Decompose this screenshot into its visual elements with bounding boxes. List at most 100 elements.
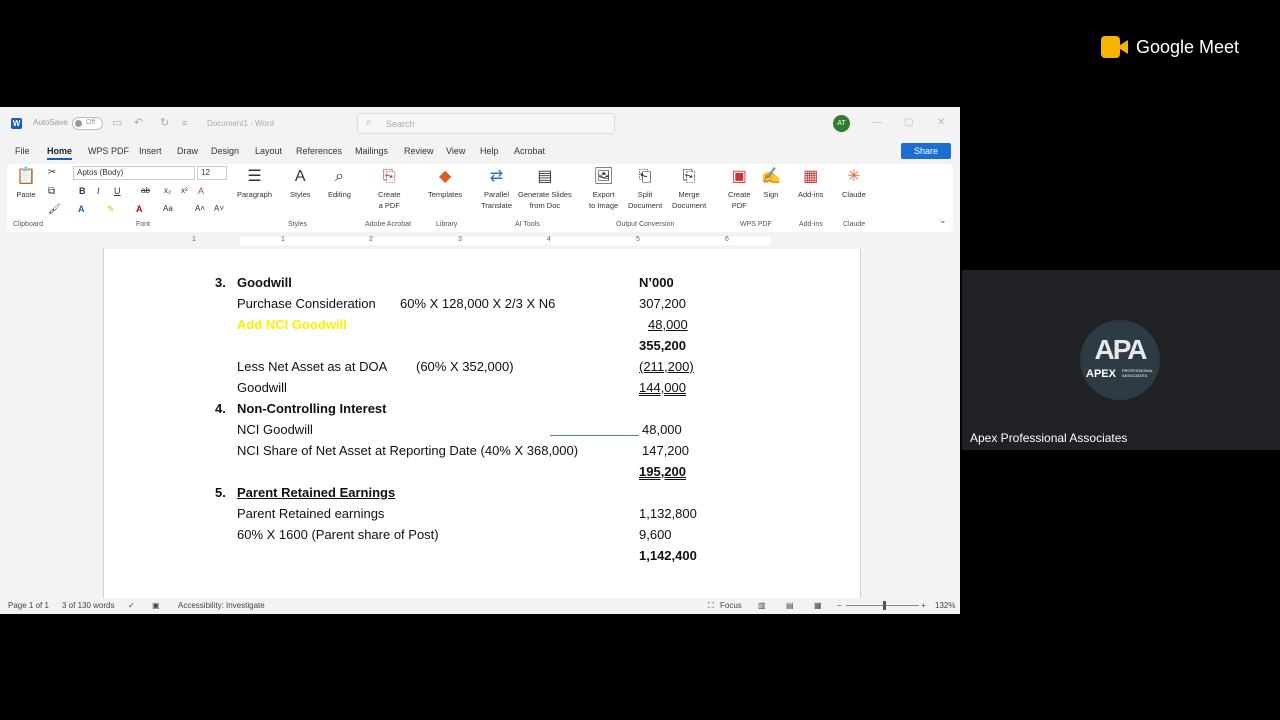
minimize-icon[interactable]: —	[872, 117, 882, 128]
share-button[interactable]: Share	[901, 143, 951, 159]
tab-view[interactable]: View	[446, 146, 465, 156]
strikethrough-icon[interactable]: ab	[141, 186, 150, 195]
accessibility-status[interactable]: Accessibility: Investigate	[178, 601, 265, 610]
close-icon[interactable]: ✕	[937, 117, 945, 128]
google-meet-logo-icon	[1101, 36, 1129, 58]
search-box[interactable]: ⌕ Search	[357, 113, 615, 134]
focus-icon[interactable]: ⛶	[708, 601, 714, 611]
menu-bar: File Home WPS PDF Insert Draw Design Lay…	[0, 143, 960, 163]
save-icon[interactable]: ▭	[112, 116, 122, 129]
word-count[interactable]: 3 of 130 words	[62, 601, 114, 610]
tab-references[interactable]: References	[296, 146, 342, 156]
claude-button[interactable]: ✳ Claude	[842, 167, 866, 200]
group-output-conversion: Output Conversion	[616, 221, 675, 228]
editing-button[interactable]: ⌕ Editing	[328, 167, 351, 200]
parallel-translate-button[interactable]: ⇄ Parallel Translate	[481, 167, 512, 211]
tab-layout[interactable]: Layout	[255, 146, 282, 156]
tab-insert[interactable]: Insert	[139, 146, 162, 156]
tab-review[interactable]: Review	[404, 146, 434, 156]
tab-file[interactable]: File	[15, 146, 30, 156]
paragraph-button[interactable]: ☰ Paragraph	[237, 167, 272, 200]
add-ins-button[interactable]: ▦ Add-ins	[798, 167, 823, 200]
italic-icon[interactable]: I	[97, 186, 100, 196]
pre-value: 1,132,800	[639, 506, 697, 521]
document-page[interactable]: 3. Goodwill N’000 Purchase Consideration…	[103, 249, 861, 599]
zoom-slider-thumb[interactable]	[883, 601, 886, 610]
nci-share-value: 147,200	[642, 443, 689, 458]
text-effects-icon[interactable]: A	[78, 204, 85, 214]
split-document-button[interactable]: ⎗ Split Document	[628, 167, 662, 211]
shrink-font-icon[interactable]: A˅	[214, 204, 224, 213]
customize-icon[interactable]: ≡	[182, 118, 187, 128]
grow-font-icon[interactable]: A˄	[195, 204, 205, 213]
tab-design[interactable]: Design	[211, 146, 239, 156]
zoom-out-icon[interactable]: −	[837, 601, 842, 610]
focus-label[interactable]: Focus	[720, 601, 742, 610]
tab-wps-pdf[interactable]: WPS PDF	[88, 146, 129, 156]
ruler-mark: 2	[369, 236, 373, 243]
proofing-icon[interactable]: ✓	[128, 601, 135, 610]
participant-avatar: APA APEX PROFESSIONAL ASSOCIATES	[1080, 320, 1160, 400]
font-size-select[interactable]: 12	[197, 166, 227, 180]
font-color-icon[interactable]: A	[136, 204, 143, 214]
merge-document-button[interactable]: ⎘ Merge Document	[672, 167, 706, 211]
paste-button[interactable]: 📋 Paste	[16, 167, 36, 200]
styles-icon: A	[294, 168, 306, 185]
generate-slides-button[interactable]: ▤ Generate Slides from Doc	[518, 167, 572, 211]
section-number: 4.	[215, 401, 226, 416]
add-ins-label: Add-ins	[798, 190, 824, 199]
tab-mailings[interactable]: Mailings	[355, 146, 388, 156]
create-pdf-button[interactable]: ⎘ Create a PDF	[378, 167, 401, 211]
web-layout-icon[interactable]: ▦	[814, 601, 822, 610]
nci-total-value: 195,200	[639, 464, 686, 479]
autosave-label: AutoSave	[33, 118, 68, 127]
goodwill-label: Goodwill	[237, 380, 287, 395]
tab-help[interactable]: Help	[480, 146, 499, 156]
wps-create-pdf-button[interactable]: ▣ Create PDF	[728, 167, 751, 211]
print-layout-icon[interactable]: ▤	[786, 601, 794, 610]
underline-icon[interactable]: U	[114, 186, 121, 196]
group-ai-tools: AI Tools	[515, 221, 540, 228]
subscript-icon[interactable]: x₂	[164, 186, 171, 195]
redo-icon[interactable]: ↻	[160, 116, 169, 129]
post-label: 60% X 1600 (Parent share of Post)	[237, 527, 439, 542]
copy-icon[interactable]: ⧉	[48, 186, 55, 197]
add-nci-label: Add NCI Goodwill	[237, 317, 347, 332]
ruler-mark: 1	[281, 236, 285, 243]
change-case-icon[interactable]: Aa	[163, 204, 173, 213]
format-painter-icon[interactable]: 🖌	[48, 204, 61, 215]
search-icon: ⌕	[366, 117, 372, 128]
tab-acrobat[interactable]: Acrobat	[514, 146, 545, 156]
read-mode-icon[interactable]: ▥	[758, 601, 766, 610]
tab-draw[interactable]: Draw	[177, 146, 198, 156]
bold-icon[interactable]: B	[79, 186, 86, 196]
subtotal-value: 355,200	[639, 338, 686, 353]
user-avatar[interactable]: AT	[833, 115, 850, 132]
clear-format-icon[interactable]: A	[198, 186, 204, 196]
less-value: (211,200)	[639, 359, 694, 374]
cut-icon[interactable]: ✂	[48, 167, 56, 178]
image-icon: 🖼	[593, 168, 614, 185]
autosave-toggle[interactable]: Off	[72, 117, 103, 130]
collapse-ribbon-icon[interactable]: ⌄	[939, 215, 947, 226]
undo-icon[interactable]: ↶	[134, 116, 143, 129]
templates-button[interactable]: ◆ Templates	[428, 167, 462, 200]
macro-icon[interactable]: ▣	[152, 601, 160, 610]
split-icon: ⎗	[638, 168, 652, 185]
page-count[interactable]: Page 1 of 1	[8, 601, 49, 610]
highlight-icon[interactable]: ✎	[107, 204, 115, 215]
split-label: Split Document	[628, 190, 663, 210]
editing-label: Editing	[328, 190, 351, 199]
tab-home[interactable]: Home	[47, 146, 73, 160]
font-name-select[interactable]: Aptos (Body)	[73, 166, 195, 180]
acrobat-icon: ⎘	[382, 168, 396, 185]
maximize-icon[interactable]: ▢	[904, 117, 913, 128]
export-image-button[interactable]: 🖼 Export to Image	[589, 167, 618, 211]
paste-label: Paste	[16, 190, 36, 199]
ruler-mark: 1	[192, 236, 196, 243]
sign-button[interactable]: ✍ Sign	[761, 167, 781, 200]
zoom-level[interactable]: 132%	[935, 601, 955, 610]
superscript-icon[interactable]: x²	[181, 186, 188, 195]
styles-button[interactable]: A Styles	[290, 167, 310, 200]
zoom-in-icon[interactable]: +	[921, 601, 926, 610]
